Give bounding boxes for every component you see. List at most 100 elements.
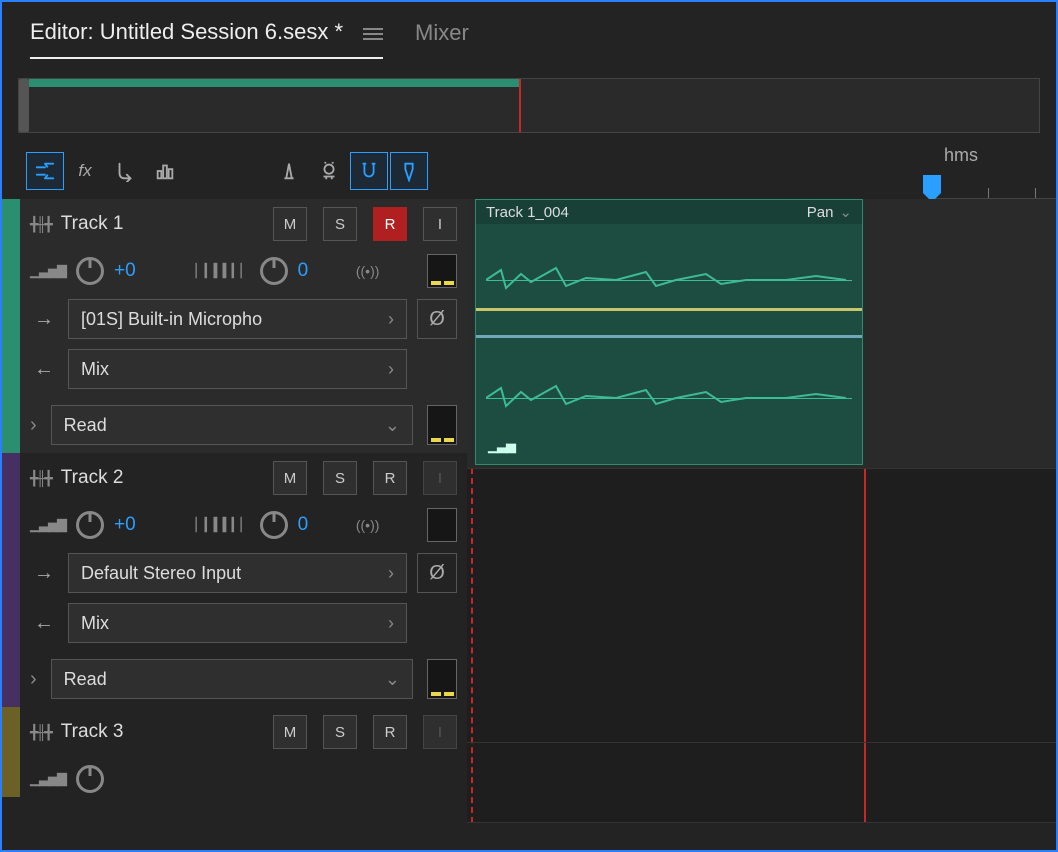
chevron-down-icon: ⌄	[385, 669, 400, 690]
fade-icon[interactable]: ▁▃▅	[488, 438, 515, 454]
tab-editor[interactable]: Editor: Untitled Session 6.sesx *	[30, 19, 383, 59]
autoscroll-toggle[interactable]	[310, 152, 348, 190]
metronome-toggle[interactable]	[270, 152, 308, 190]
waveform-icon: ╋╫╋	[30, 724, 51, 741]
input-arrow-icon: →	[30, 562, 58, 585]
automation-label-1: Read	[64, 415, 107, 436]
track-headers: ╋╫╋ Track 1 M S R I ▁▃▅▇ +0 ▏▎▍▍▎▏	[2, 199, 467, 823]
pan-knob-1[interactable]	[260, 257, 288, 285]
waveform-svg-2	[486, 378, 854, 418]
volume-knob-3[interactable]	[76, 765, 104, 793]
tab-mixer-label: Mixer	[415, 20, 469, 46]
volume-value-1[interactable]: +0	[114, 260, 136, 282]
volume-knob-2[interactable]	[76, 511, 104, 539]
chevron-right-icon: ›	[388, 613, 394, 634]
input-select-2[interactable]: Default Stereo Input ›	[68, 553, 407, 593]
output-label-1: Mix	[81, 359, 109, 380]
automation-mode-1[interactable]: Read ⌄	[51, 405, 413, 445]
envelope-pan[interactable]	[476, 335, 862, 338]
volume-knob-1[interactable]	[76, 257, 104, 285]
chevron-down-icon: ⌄	[385, 415, 400, 436]
track-header-2[interactable]: ╋╫╋ Track 2 M S R I ▁▃▅▇ +0 ▏▎▍▍▎▏	[2, 453, 467, 707]
input-label-2: Default Stereo Input	[81, 563, 241, 584]
mute-button-1[interactable]: M	[273, 207, 307, 241]
overview-clip	[29, 79, 519, 87]
panel-tabs: Editor: Untitled Session 6.sesx * Mixer	[2, 2, 1056, 64]
mute-button-3[interactable]: M	[273, 715, 307, 749]
audio-clip-1[interactable]: Track 1_004 Pan ⌄	[475, 199, 863, 465]
pan-icon: ▏▎▍▍▎▏	[196, 263, 250, 279]
stereo-icon: ((•))	[356, 263, 380, 279]
volume-icon: ▁▃▅▇	[30, 517, 66, 533]
panel-menu-icon[interactable]	[363, 25, 383, 39]
chevron-right-icon: ›	[388, 359, 394, 380]
phase-button-2[interactable]: Ø	[417, 553, 457, 593]
editor-panel: Editor: Untitled Session 6.sesx * Mixer …	[0, 0, 1058, 852]
phase-button-1[interactable]: Ø	[417, 299, 457, 339]
track-name-2[interactable]: Track 2	[61, 467, 257, 489]
pan-value-1[interactable]: 0	[298, 260, 309, 282]
meter-2	[427, 508, 457, 542]
meter-2b	[427, 659, 457, 699]
output-arrow-icon: ←	[30, 358, 58, 381]
record-arm-button-2[interactable]: R	[373, 461, 407, 495]
record-arm-button-3[interactable]: R	[373, 715, 407, 749]
output-label-2: Mix	[81, 613, 109, 634]
track-name-3[interactable]: Track 3	[61, 721, 257, 743]
volume-icon: ▁▃▅▇	[30, 263, 66, 279]
eq-toggle[interactable]	[146, 152, 184, 190]
pan-knob-2[interactable]	[260, 511, 288, 539]
track-header-3[interactable]: ╋╫╋ Track 3 M S R I ▁▃▅▇	[2, 707, 467, 797]
track-lane-3[interactable]	[467, 743, 1056, 823]
overview-playhead[interactable]	[519, 79, 521, 132]
ruler-unit: hms	[944, 145, 978, 166]
solo-button-2[interactable]: S	[323, 461, 357, 495]
overview-handle[interactable]	[19, 79, 29, 132]
output-select-2[interactable]: Mix ›	[68, 603, 407, 643]
timeline-lanes[interactable]: Track 1_004 Pan ⌄	[467, 199, 1056, 823]
expand-automation-2[interactable]: ›	[30, 668, 37, 691]
chevron-down-icon[interactable]: ⌄	[839, 203, 852, 221]
track-lane-1[interactable]: Track 1_004 Pan ⌄	[467, 199, 1056, 469]
snap-toggle[interactable]	[350, 152, 388, 190]
pan-icon: ▏▎▍▍▎▏	[196, 517, 250, 533]
pan-value-2[interactable]: 0	[298, 514, 309, 536]
input-select-1[interactable]: [01S] Built-in Micropho ›	[68, 299, 407, 339]
inputs-toggle[interactable]	[26, 152, 64, 190]
expand-automation-1[interactable]: ›	[30, 414, 37, 437]
tab-editor-label: Editor: Untitled Session 6.sesx *	[30, 19, 343, 45]
clip-envelope-label[interactable]: Pan	[807, 204, 834, 221]
solo-button-1[interactable]: S	[323, 207, 357, 241]
clip-name: Track 1_004	[486, 204, 569, 221]
automation-mode-2[interactable]: Read ⌄	[51, 659, 413, 699]
monitor-button-3[interactable]: I	[423, 715, 457, 749]
timeline-overview[interactable]	[18, 78, 1040, 133]
input-arrow-icon: →	[30, 308, 58, 331]
clip-header[interactable]: Track 1_004 Pan ⌄	[476, 200, 862, 224]
monitor-button-2[interactable]: I	[423, 461, 457, 495]
mute-button-2[interactable]: M	[273, 461, 307, 495]
chevron-right-icon: ›	[388, 563, 394, 584]
chevron-right-icon: ›	[388, 309, 394, 330]
output-select-1[interactable]: Mix ›	[68, 349, 407, 389]
output-arrow-icon: ←	[30, 612, 58, 635]
waveform-icon: ╋╫╋	[30, 216, 51, 233]
monitor-button-1[interactable]: I	[423, 207, 457, 241]
solo-button-3[interactable]: S	[323, 715, 357, 749]
record-arm-button-1[interactable]: R	[373, 207, 407, 241]
timeline-ruler[interactable]: hms 5.0 10.0	[932, 143, 1056, 199]
track-color-2[interactable]	[2, 453, 20, 707]
track-lane-2[interactable]	[467, 469, 1056, 743]
fx-toggle[interactable]: fx	[66, 152, 104, 190]
playhead-pin-toggle[interactable]	[390, 152, 428, 190]
envelope-volume[interactable]	[476, 308, 862, 311]
stereo-icon: ((•))	[356, 517, 380, 533]
track-header-1[interactable]: ╋╫╋ Track 1 M S R I ▁▃▅▇ +0 ▏▎▍▍▎▏	[2, 199, 467, 453]
track-color-3[interactable]	[2, 707, 20, 797]
track-color-1[interactable]	[2, 199, 20, 453]
playhead-start-marker[interactable]	[923, 175, 941, 193]
volume-value-2[interactable]: +0	[114, 514, 136, 536]
track-name-1[interactable]: Track 1	[61, 213, 257, 235]
sends-toggle[interactable]	[106, 152, 144, 190]
tab-mixer[interactable]: Mixer	[415, 20, 469, 58]
